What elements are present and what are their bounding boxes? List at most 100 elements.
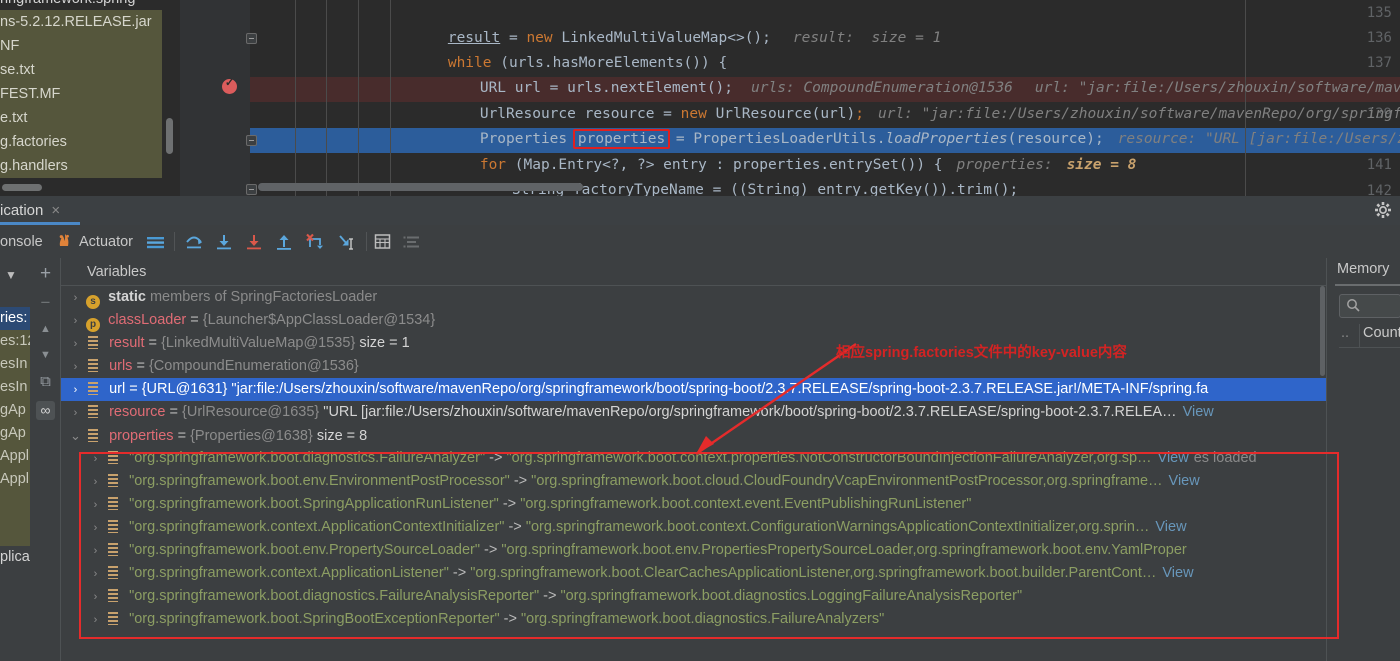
collection-icon (86, 405, 101, 418)
list-item[interactable]: ries: (0, 307, 30, 330)
sort-variables-icon[interactable] (403, 225, 421, 258)
list-item[interactable]: es:12 (0, 330, 30, 353)
code-token: String factoryTypeName = ((String) entry… (512, 182, 1018, 196)
expand-arrow-icon[interactable]: › (89, 448, 102, 471)
watches-button[interactable]: ∞ (36, 401, 55, 420)
drop-frame-icon[interactable] (305, 225, 325, 258)
expand-arrow-icon[interactable]: › (89, 586, 102, 609)
expand-arrow-icon[interactable]: › (69, 356, 82, 379)
list-item[interactable]: ns-5.2.12.RELEASE.jar (0, 10, 162, 34)
variable-row[interactable]: › p classLoader = {Launcher$AppClassLoad… (61, 309, 1326, 332)
map-entry-row[interactable]: › "org.springframework.boot.env.Property… (61, 539, 1326, 562)
frames-column: ▼ ries: es:12 esIn esIn gAp gAp Appl App… (0, 258, 30, 661)
force-step-into-icon[interactable] (245, 225, 263, 258)
variable-size: size = 8 (313, 428, 367, 444)
tab-memory[interactable]: Memory (1337, 261, 1389, 277)
view-link[interactable]: View (1158, 450, 1189, 466)
popup-horizontal-scrollbar[interactable] (2, 184, 42, 191)
variable-row[interactable]: › s static members of SpringFactoriesLoa… (61, 286, 1326, 309)
close-icon[interactable]: × (51, 202, 60, 219)
code-text[interactable]: result = new LinkedMultiValueMap<>();res… (250, 0, 1400, 196)
list-item[interactable]: gAp (0, 399, 30, 422)
column-header-class[interactable]: .. (1341, 325, 1349, 341)
list-item[interactable]: g.factories (0, 130, 162, 154)
list-item[interactable]: NF (0, 34, 162, 58)
equals: = (165, 404, 182, 420)
view-link[interactable]: View (1183, 404, 1214, 420)
expand-arrow-icon[interactable]: › (89, 609, 102, 632)
move-up-button[interactable]: ▲ (36, 320, 55, 339)
view-link[interactable]: View (1162, 565, 1193, 581)
step-out-icon[interactable] (275, 225, 293, 258)
layout-icon[interactable] (146, 225, 166, 258)
list-item[interactable]: esIn (0, 353, 30, 376)
list-item[interactable]: Appl (0, 468, 30, 491)
map-entry-row[interactable]: › "org.springframework.context.Applicati… (61, 516, 1326, 539)
expand-arrow-icon[interactable]: › (69, 333, 82, 356)
code-editor[interactable]: 135 136 137 138 139 140 141 142 result =… (0, 0, 1400, 196)
expand-arrow-icon[interactable]: › (89, 471, 102, 494)
expand-arrow-icon[interactable]: › (69, 287, 82, 310)
list-item[interactable]: plica (0, 546, 30, 569)
variable-name: resource (109, 404, 165, 420)
variables-vertical-scrollbar[interactable] (1320, 286, 1325, 376)
actuator-icon (56, 232, 73, 252)
collapse-arrow-icon[interactable]: ⌄ (69, 424, 82, 447)
equals: = (132, 358, 149, 374)
editor-gutter[interactable] (180, 0, 250, 196)
list-item[interactable]: g.handlers (0, 154, 162, 178)
actuator-label: Actuator (79, 234, 133, 250)
expand-arrow-icon[interactable]: › (89, 494, 102, 517)
list-item[interactable]: esIn (0, 376, 30, 399)
memory-panel: Memory .. Count (1326, 258, 1400, 661)
map-entry-row[interactable]: › "org.springframework.context.Applicati… (61, 562, 1326, 585)
tab-application[interactable]: ication × (0, 196, 70, 225)
jar-file-list-popup[interactable]: ns-5.2.12.RELEASE.jar NF se.txt FEST.MF … (0, 10, 162, 178)
variable-name: static (108, 289, 146, 305)
editor-horizontal-scrollbar[interactable] (258, 183, 583, 191)
column-header-count[interactable]: Count (1363, 325, 1400, 341)
breakpoint-verified-icon[interactable] (222, 79, 237, 94)
run-to-cursor-icon[interactable] (336, 225, 356, 258)
expand-arrow-icon[interactable]: › (69, 379, 82, 402)
tab-console[interactable]: onsole (0, 225, 43, 258)
variable-ref: {URL@1631} (142, 381, 228, 397)
remove-watch-button[interactable]: − (36, 293, 55, 312)
list-item[interactable]: e.txt (0, 106, 162, 130)
entry-key: "org.springframework.boot.env.PropertySo… (129, 542, 480, 558)
static-field-icon: s (86, 295, 100, 309)
list-item[interactable]: gAp (0, 422, 30, 445)
tab-actuator[interactable]: Actuator (56, 225, 133, 258)
equals: = (174, 428, 191, 444)
map-entry-row[interactable]: › "org.springframework.boot.diagnostics.… (61, 585, 1326, 608)
frames-list-popup[interactable]: ries: es:12 esIn esIn gAp gAp Appl Appl (0, 307, 30, 546)
variable-ref: {Properties@1638} (190, 428, 313, 444)
view-link[interactable]: View (1155, 519, 1186, 535)
map-entry-row[interactable]: › "org.springframework.boot.SpringBootEx… (61, 608, 1326, 631)
add-watch-button[interactable]: + (36, 264, 55, 283)
copy-button[interactable]: ⧉ (36, 372, 55, 391)
expand-arrow-icon[interactable]: › (89, 540, 102, 563)
popup-vertical-scrollbar[interactable] (166, 118, 173, 154)
gear-icon[interactable] (1374, 201, 1392, 219)
tab-label: ication (0, 202, 43, 219)
list-item[interactable]: Appl (0, 445, 30, 468)
expand-arrow-icon[interactable]: › (69, 402, 82, 425)
memory-search-input[interactable] (1339, 294, 1400, 318)
step-into-icon[interactable] (215, 225, 233, 258)
chevron-down-icon[interactable]: ▼ (5, 268, 17, 282)
expand-arrow-icon[interactable]: › (69, 310, 82, 333)
list-item[interactable]: FEST.MF (0, 82, 162, 106)
view-link[interactable]: View (1169, 473, 1200, 489)
evaluate-expression-icon[interactable] (374, 225, 391, 258)
entry-value: "org.springframework.boot.context.Config… (526, 519, 1150, 535)
map-entry-row[interactable]: › "org.springframework.boot.env.Environm… (61, 470, 1326, 493)
map-entry-row[interactable]: › "org.springframework.boot.SpringApplic… (61, 493, 1326, 516)
expand-arrow-icon[interactable]: › (89, 517, 102, 540)
collection-icon (106, 474, 121, 487)
list-item[interactable]: se.txt (0, 58, 162, 82)
variable-name: urls (109, 358, 132, 374)
step-over-icon[interactable] (185, 225, 203, 258)
expand-arrow-icon[interactable]: › (89, 563, 102, 586)
move-down-button[interactable]: ▼ (36, 346, 55, 365)
